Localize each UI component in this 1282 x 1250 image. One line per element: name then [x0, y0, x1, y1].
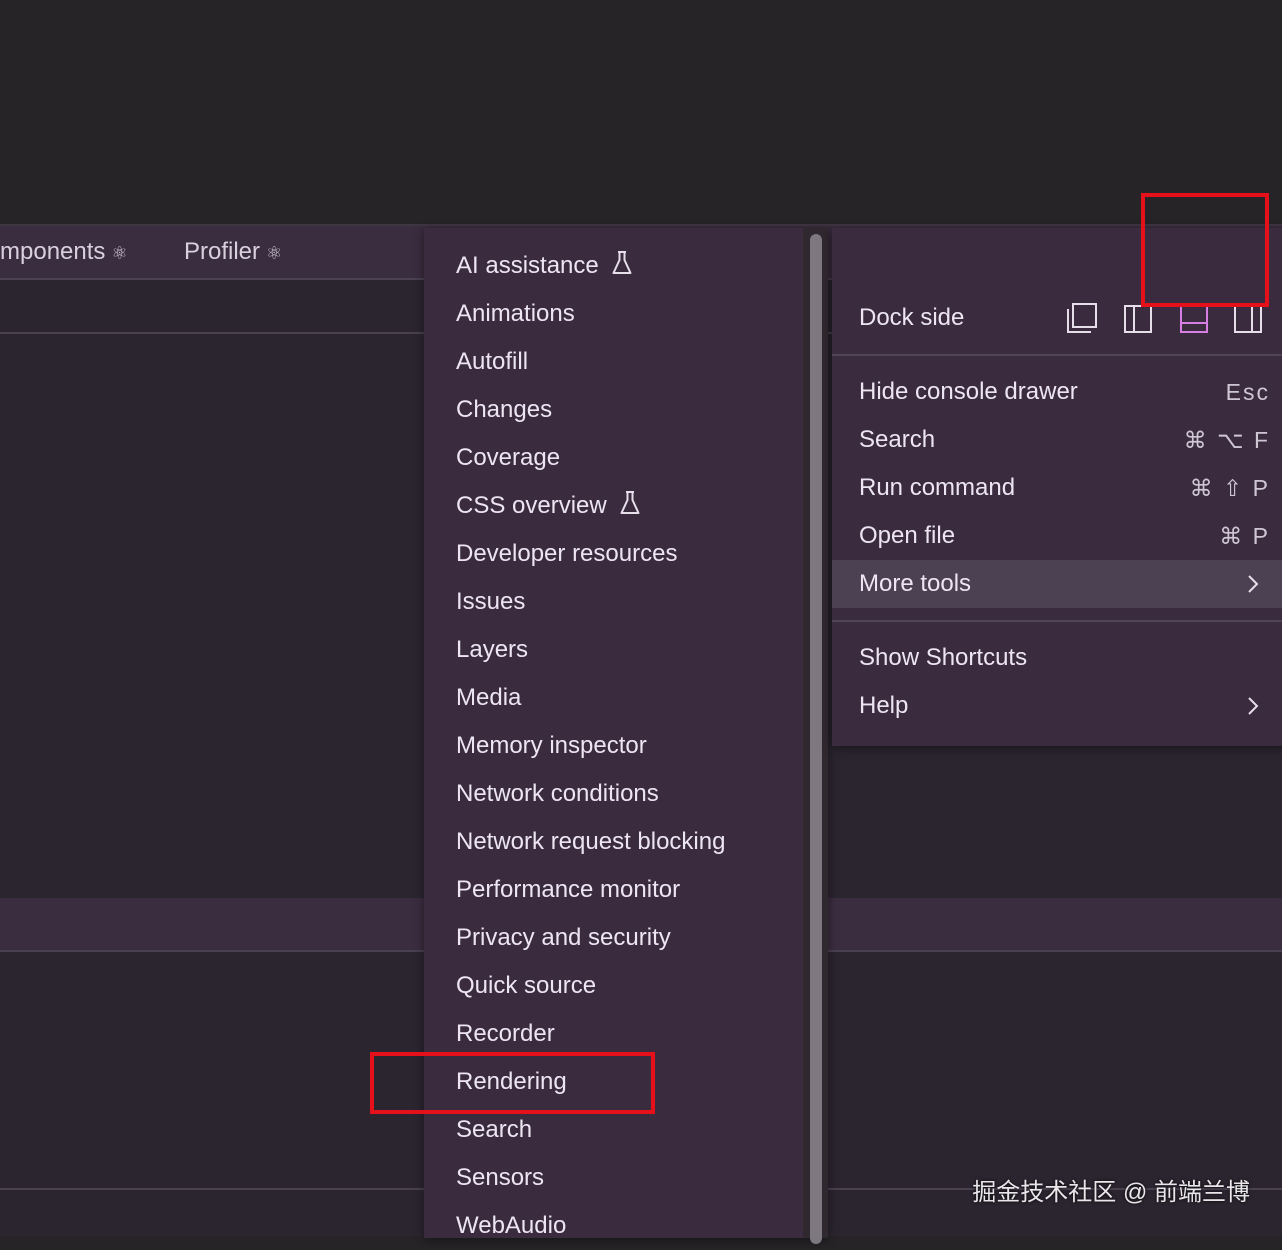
menu-separator [832, 354, 1282, 356]
menu-item-media[interactable]: Media [456, 674, 521, 722]
menu-item-layers[interactable]: Layers [456, 626, 528, 674]
watermark: 掘金技术社区 @ 前端兰博 [972, 1179, 1250, 1206]
menu-item-recorder[interactable]: Recorder [456, 1010, 555, 1058]
react-icon: ⚛ [266, 243, 283, 263]
dock-bottom-icon[interactable] [1179, 304, 1209, 334]
shortcut-hide-console: Esc [1225, 379, 1270, 405]
menu-item-performance-monitor[interactable]: Performance monitor [456, 866, 680, 914]
menu-item-memory-inspector[interactable]: Memory inspector [456, 722, 647, 770]
menu-item-more-tools[interactable]: More tools [832, 560, 1282, 608]
annotation-box-rendering [370, 1052, 655, 1114]
menu-item-autofill[interactable]: Autofill [456, 338, 528, 386]
menu-item-css-overview[interactable]: CSS overview [456, 482, 641, 530]
scrollbar-thumb[interactable] [810, 234, 822, 1244]
menu-item-help[interactable]: Help [832, 682, 1282, 730]
menu-item-developer-resources[interactable]: Developer resources [456, 530, 677, 578]
menu-item-animations[interactable]: Animations [456, 290, 575, 338]
annotation-box-settings [1141, 193, 1269, 307]
dock-right-icon[interactable] [1233, 304, 1263, 334]
menu-item-webaudio[interactable]: WebAudio [456, 1202, 566, 1250]
shortcut-search: ⌘ ⌥ F [1183, 427, 1270, 453]
tab-profiler[interactable]: Profiler ⚛ [184, 226, 282, 278]
shortcut-open-file: ⌘ P [1219, 523, 1270, 549]
menu-item-run-command[interactable]: Run command ⌘ ⇧ P [832, 464, 1282, 512]
flask-icon [612, 251, 632, 274]
menu-item-open-file[interactable]: Open file ⌘ P [832, 512, 1282, 560]
dock-left-icon[interactable] [1123, 304, 1153, 334]
menu-item-issues[interactable]: Issues [456, 578, 525, 626]
menu-item-changes[interactable]: Changes [456, 386, 552, 434]
shortcut-run-command: ⌘ ⇧ P [1189, 475, 1270, 501]
menu-item-sensors[interactable]: Sensors [456, 1154, 544, 1202]
tab-components[interactable]: mponents ⚛ [0, 226, 128, 278]
undock-icon[interactable] [1066, 302, 1098, 334]
menu-separator [832, 620, 1282, 622]
react-icon: ⚛ [111, 243, 128, 263]
menu-item-network-conditions[interactable]: Network conditions [456, 770, 659, 818]
menu-item-show-shortcuts[interactable]: Show Shortcuts [832, 634, 1282, 682]
menu-item-hide-console-drawer[interactable]: Hide console drawer Esc [832, 368, 1282, 416]
flask-icon [620, 491, 640, 514]
chevron-right-icon [1248, 575, 1259, 593]
menu-item-network-request-blocking[interactable]: Network request blocking [456, 818, 725, 866]
chevron-right-icon [1248, 697, 1259, 715]
menu-item-search[interactable]: Search ⌘ ⌥ F [832, 416, 1282, 464]
menu-item-coverage[interactable]: Coverage [456, 434, 560, 482]
menu-item-privacy-and-security[interactable]: Privacy and security [456, 914, 671, 962]
menu-item-ai-assistance[interactable]: AI assistance [456, 242, 633, 290]
menu-item-quick-source[interactable]: Quick source [456, 962, 596, 1010]
